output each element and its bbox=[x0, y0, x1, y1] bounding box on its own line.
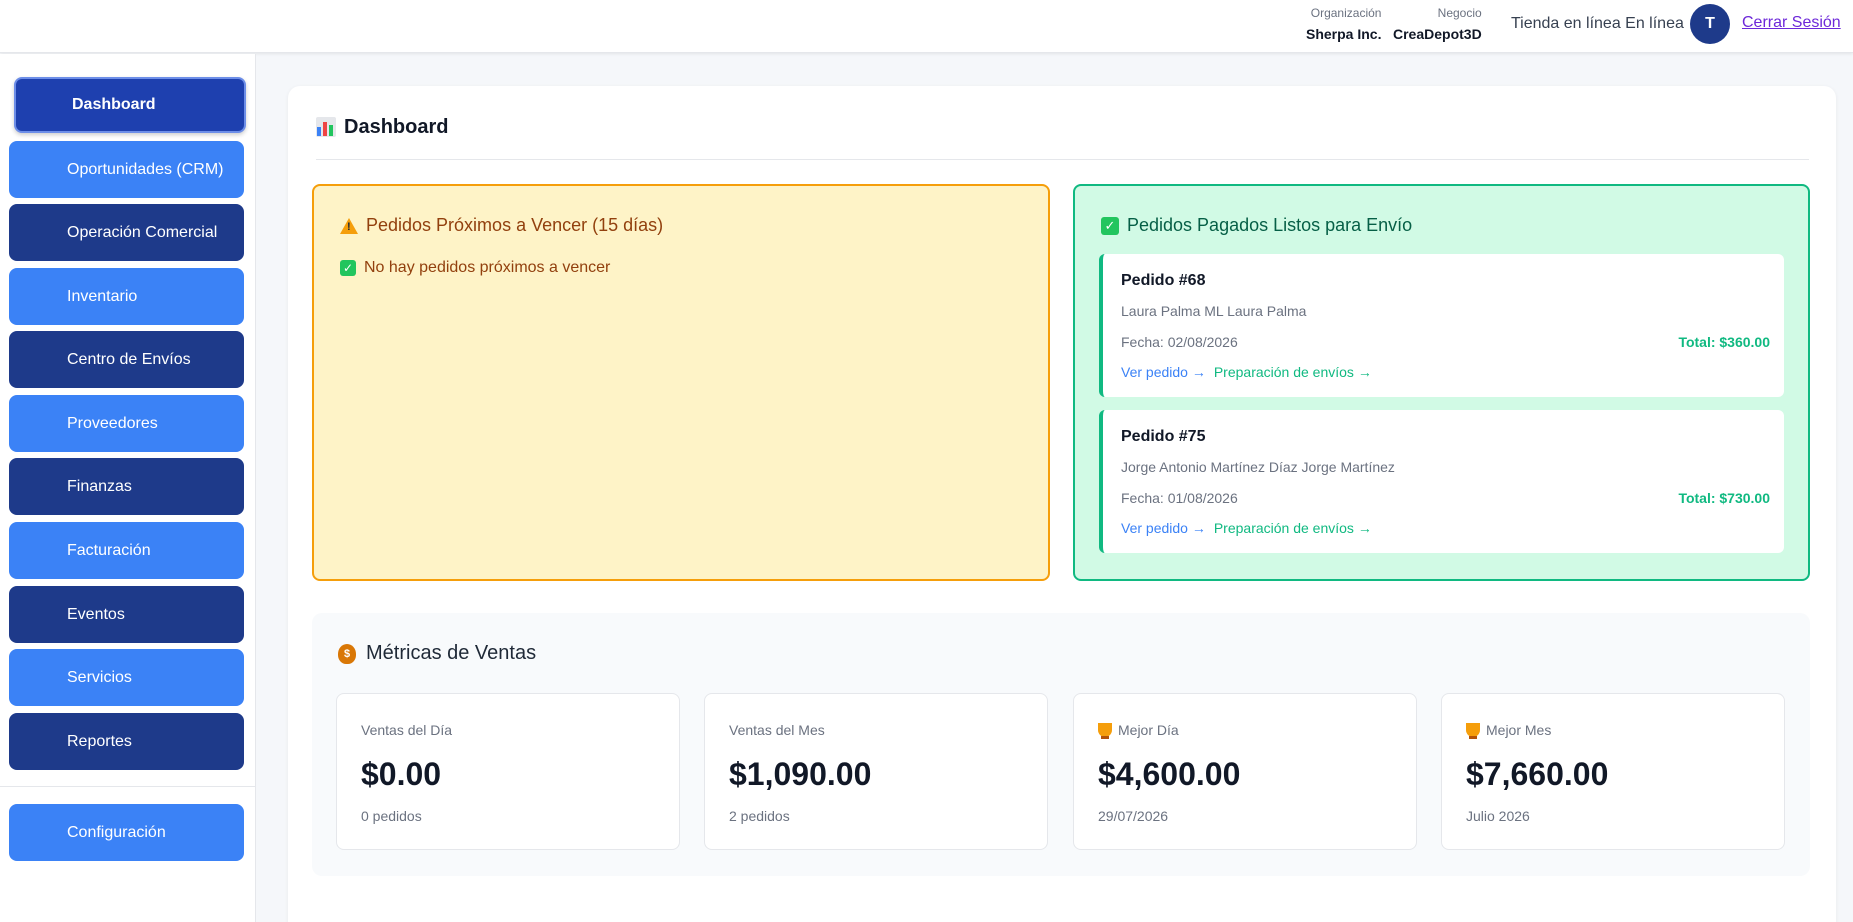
paid-orders-title: ✓ Pedidos Pagados Listos para Envío bbox=[1101, 215, 1412, 236]
order-total: Total: $360.00 bbox=[1678, 334, 1770, 350]
shipping-prep-link[interactable]: Preparación de envíos → bbox=[1214, 520, 1372, 536]
upcoming-orders-card: Pedidos Próximos a Vencer (15 días) ✓ No… bbox=[312, 184, 1050, 581]
business-label: Negocio bbox=[1437, 6, 1482, 20]
sidebar-item-commercial[interactable]: Operación Comercial bbox=[9, 204, 244, 261]
view-order-link[interactable]: Ver pedido → bbox=[1121, 364, 1206, 380]
avatar[interactable]: T bbox=[1690, 4, 1730, 44]
main-panel: Dashboard Pedidos Próximos a Vencer (15 … bbox=[288, 86, 1836, 922]
trophy-icon bbox=[1098, 723, 1112, 739]
metric-label: Mejor Día bbox=[1118, 722, 1179, 738]
shipping-prep-link[interactable]: Preparación de envíos → bbox=[1214, 364, 1372, 380]
sidebar-item-crm[interactable]: Oportunidades (CRM) bbox=[9, 141, 244, 198]
sales-metrics-title: $ Métricas de Ventas bbox=[338, 642, 536, 665]
organization-label: Organización bbox=[1310, 6, 1382, 20]
order-card: Pedido #75 Jorge Antonio Martínez Díaz J… bbox=[1099, 410, 1784, 553]
metric-value: $7,660.00 bbox=[1466, 756, 1609, 792]
view-order-link[interactable]: Ver pedido → bbox=[1121, 520, 1206, 536]
money-bag-icon: $ bbox=[338, 643, 356, 664]
order-title: Pedido #68 bbox=[1121, 272, 1206, 289]
upcoming-orders-empty: ✓ No hay pedidos próximos a vencer bbox=[340, 259, 610, 277]
organization-value: Sherpa Inc. bbox=[1306, 26, 1382, 42]
sidebar-item-billing[interactable]: Facturación bbox=[9, 522, 244, 579]
sidebar-item-inventory[interactable]: Inventario bbox=[9, 268, 244, 325]
metric-label-wrap: Mejor Día bbox=[1098, 722, 1179, 739]
metric-card-daily-sales: Ventas del Día $0.00 0 pedidos bbox=[336, 693, 680, 850]
organization-info: Organización Sherpa Inc. bbox=[1306, 6, 1381, 44]
upcoming-orders-empty-text: No hay pedidos próximos a vencer bbox=[364, 259, 611, 276]
page-title: Dashboard bbox=[344, 116, 449, 138]
upcoming-orders-title-text: Pedidos Próximos a Vencer (15 días) bbox=[366, 215, 664, 235]
sidebar: Dashboard Oportunidades (CRM) Operación … bbox=[0, 54, 256, 922]
metric-value: $4,600.00 bbox=[1098, 756, 1241, 792]
sales-metrics-title-text: Métricas de Ventas bbox=[366, 642, 537, 664]
metric-card-best-month: Mejor Mes $7,660.00 Julio 2026 bbox=[1441, 693, 1785, 850]
warning-icon bbox=[340, 217, 358, 234]
check-box-icon: ✓ bbox=[1101, 216, 1119, 235]
sidebar-item-finance[interactable]: Finanzas bbox=[9, 458, 244, 515]
paid-orders-title-text: Pedidos Pagados Listos para Envío bbox=[1127, 215, 1413, 235]
top-header: Organización Sherpa Inc. Negocio CreaDep… bbox=[0, 0, 1853, 53]
order-links: Ver pedido → Preparación de envíos → bbox=[1121, 520, 1372, 536]
metric-card-monthly-sales: Ventas del Mes $1,090.00 2 pedidos bbox=[704, 693, 1048, 850]
paid-orders-card: ✓ Pedidos Pagados Listos para Envío Pedi… bbox=[1073, 184, 1810, 581]
order-customer: Laura Palma ML Laura Palma bbox=[1121, 303, 1307, 319]
store-status: Tienda en línea En línea bbox=[1511, 15, 1684, 32]
bar-chart-icon bbox=[316, 117, 336, 137]
metric-label: Ventas del Mes bbox=[729, 722, 825, 738]
trophy-icon bbox=[1466, 723, 1480, 739]
sidebar-item-dashboard[interactable]: Dashboard bbox=[14, 77, 246, 133]
metric-label: Mejor Mes bbox=[1486, 722, 1552, 738]
sales-metrics-section: $ Métricas de Ventas Ventas del Día $0.0… bbox=[312, 613, 1810, 876]
metric-label-wrap: Mejor Mes bbox=[1466, 722, 1552, 739]
order-links: Ver pedido → Preparación de envíos → bbox=[1121, 364, 1372, 380]
logout-link[interactable]: Cerrar Sesión bbox=[1742, 14, 1841, 32]
upcoming-orders-title: Pedidos Próximos a Vencer (15 días) bbox=[340, 215, 663, 236]
metric-value: $1,090.00 bbox=[729, 756, 872, 792]
sidebar-item-events[interactable]: Eventos bbox=[9, 586, 244, 643]
metric-subtext: Julio 2026 bbox=[1466, 808, 1530, 824]
sidebar-item-suppliers[interactable]: Proveedores bbox=[9, 395, 244, 452]
metric-value: $0.00 bbox=[361, 756, 442, 792]
metric-subtext: 2 pedidos bbox=[729, 808, 790, 824]
metric-label: Ventas del Día bbox=[361, 722, 453, 738]
order-customer: Jorge Antonio Martínez Díaz Jorge Martín… bbox=[1121, 459, 1395, 475]
order-title: Pedido #75 bbox=[1121, 428, 1206, 445]
sidebar-divider bbox=[0, 786, 256, 787]
order-date: Fecha: 01/08/2026 bbox=[1121, 490, 1238, 506]
sidebar-item-shipping[interactable]: Centro de Envíos bbox=[9, 331, 244, 388]
metric-subtext: 0 pedidos bbox=[361, 808, 422, 824]
page-header: Dashboard bbox=[316, 114, 1809, 160]
business-info: Negocio CreaDepot3D bbox=[1393, 6, 1482, 44]
sidebar-item-reports[interactable]: Reportes bbox=[9, 713, 244, 770]
order-total: Total: $730.00 bbox=[1678, 490, 1770, 506]
sidebar-item-services[interactable]: Servicios bbox=[9, 649, 244, 706]
check-box-icon: ✓ bbox=[340, 260, 356, 276]
order-date: Fecha: 02/08/2026 bbox=[1121, 334, 1238, 350]
order-card: Pedido #68 Laura Palma ML Laura Palma Fe… bbox=[1099, 254, 1784, 397]
metric-subtext: 29/07/2026 bbox=[1098, 808, 1169, 824]
sidebar-item-settings[interactable]: Configuración bbox=[9, 804, 244, 861]
business-value: CreaDepot3D bbox=[1393, 26, 1482, 42]
metric-card-best-day: Mejor Día $4,600.00 29/07/2026 bbox=[1073, 693, 1417, 850]
